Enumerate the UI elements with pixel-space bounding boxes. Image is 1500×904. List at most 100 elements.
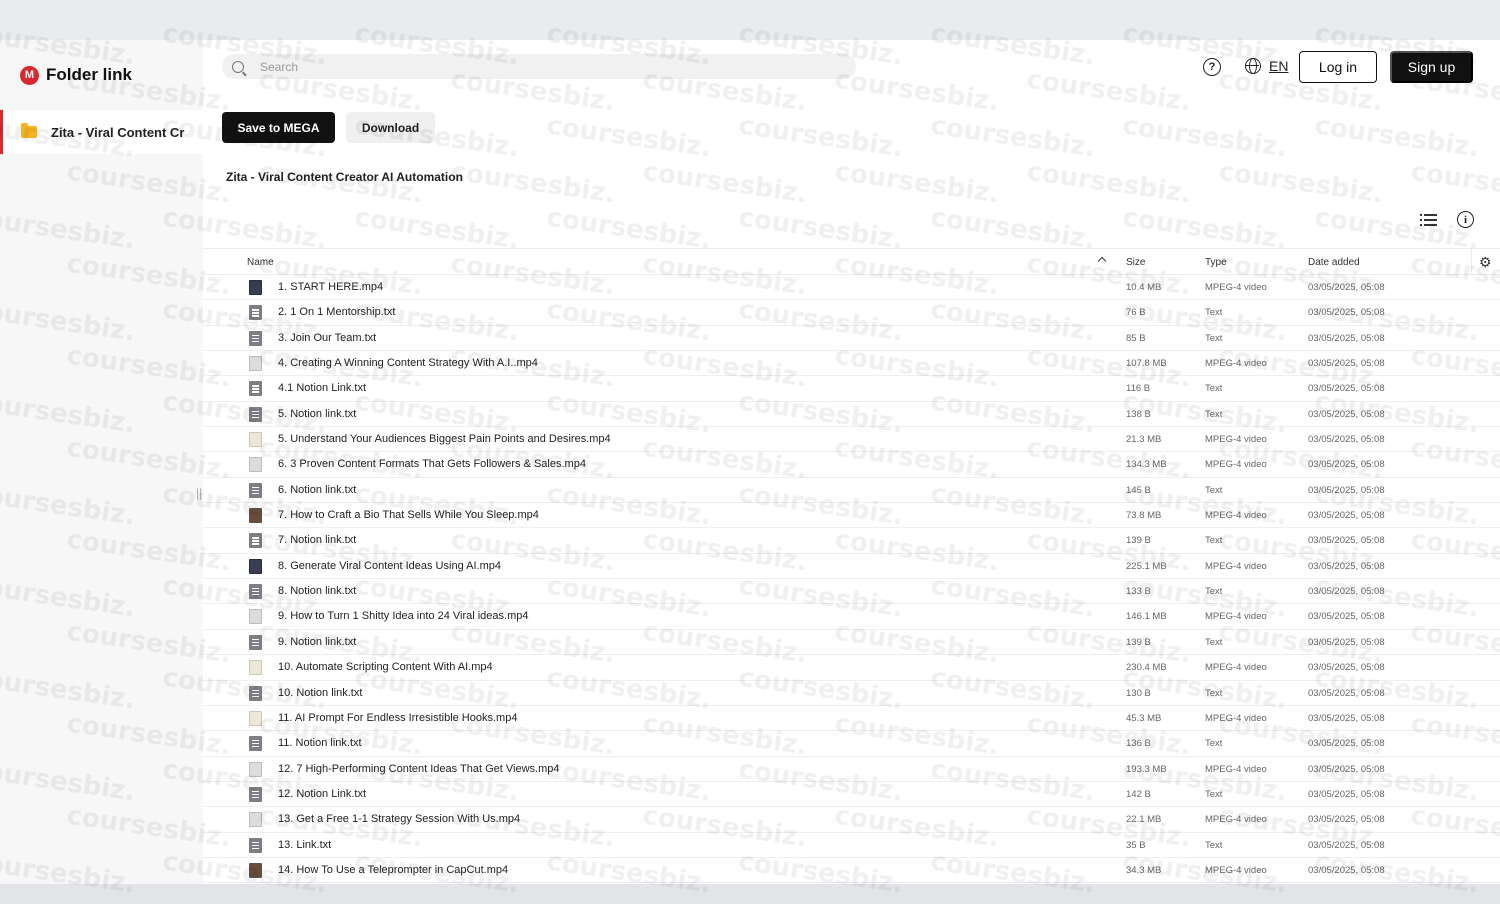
file-name[interactable]: 5. Understand Your Audiences Biggest Pai…	[278, 433, 611, 445]
file-type: MPEG-4 video	[1205, 282, 1267, 293]
table-row[interactable]: 5. Understand Your Audiences Biggest Pai…	[203, 427, 1500, 453]
file-size: 34.3 MB	[1126, 864, 1162, 876]
file-name[interactable]: 7. How to Craft a Bio That Sells While Y…	[278, 509, 539, 521]
file-name[interactable]: 11. AI Prompt For Endless Irresistible H…	[278, 712, 517, 724]
mega-logo-icon: M	[20, 65, 39, 85]
folder-icon	[21, 123, 37, 138]
search-bar[interactable]	[222, 54, 856, 79]
signup-button[interactable]: Sign up	[1390, 51, 1473, 83]
file-name[interactable]: 10. Automate Scripting Content With AI.m…	[278, 661, 493, 673]
table-row[interactable]: 10. Notion link.txt 130 B Text 03/05/2025, …	[203, 681, 1500, 706]
file-table: Name Size Type Date added ⚙ 1. START HER…	[203, 248, 1500, 884]
file-date: 03/05/2025, 05:08	[1308, 510, 1385, 522]
file-date: 03/05/2025, 05:08	[1308, 358, 1385, 370]
download-button[interactable]: Download	[346, 112, 435, 143]
file-type: Text	[1205, 484, 1223, 496]
file-date: 03/05/2025, 05:08	[1308, 788, 1385, 800]
file-size: 85 B	[1126, 332, 1146, 344]
table-row[interactable]: 12. 7 High-Performing Content Ideas That…	[203, 757, 1500, 782]
login-button[interactable]: Log in	[1299, 51, 1377, 83]
table-row[interactable]: 14. How To Use a Teleprompter in CapCut.…	[203, 858, 1500, 884]
file-name[interactable]: 2. 1 On 1 Mentorship.txt	[278, 306, 395, 318]
file-date: 03/05/2025, 05:08	[1308, 687, 1385, 699]
sidebar-folder-item[interactable]: Zita - Viral Content Cr	[0, 110, 203, 154]
file-name[interactable]: 14. How To Use a Teleprompter in CapCut.…	[278, 864, 508, 876]
table-row[interactable]: 5. Notion link.txt 138 B Text 03/05/2025, 0…	[203, 402, 1500, 428]
file-size: 146.1 MB	[1126, 611, 1167, 623]
file-size: 142 B	[1126, 788, 1151, 800]
table-row[interactable]: 4.1 Notion Link.txt 116 B Text 03/05/2025, …	[203, 376, 1500, 402]
file-name[interactable]: 13. Get a Free 1-1 Strategy Session With…	[278, 813, 520, 825]
table-row[interactable]: 7. Notion link.txt 139 B Text 03/05/2025, 0…	[203, 528, 1500, 554]
file-size: 21.3 MB	[1126, 434, 1162, 446]
file-name[interactable]: 4. Creating A Winning Content Strategy W…	[278, 357, 538, 369]
save-to-mega-button[interactable]: Save to MEGA	[222, 112, 335, 143]
help-icon[interactable]: ?	[1203, 58, 1221, 76]
file-name[interactable]: 7. Notion link.txt	[278, 534, 356, 546]
file-size: 73.8 MB	[1126, 510, 1162, 522]
file-size: 22.1 MB	[1126, 814, 1162, 826]
info-icon[interactable]: i	[1457, 211, 1474, 228]
table-row[interactable]: 13. Link.txt 35 B Text 03/05/2025, 05:08	[203, 833, 1500, 858]
file-name[interactable]: 5. Notion link.txt	[278, 408, 356, 420]
table-row[interactable]: 4. Creating A Winning Content Strategy W…	[203, 351, 1500, 377]
table-row[interactable]: 10. Automate Scripting Content With AI.m…	[203, 655, 1500, 681]
file-name[interactable]: 10. Notion link.txt	[278, 687, 362, 699]
table-row[interactable]: 6. Notion link.txt 145 B Text 03/05/2025, 0…	[203, 478, 1500, 504]
column-header-type[interactable]: Type	[1205, 257, 1227, 268]
file-name[interactable]: 13. Link.txt	[278, 839, 331, 851]
file-size: 45.3 MB	[1126, 712, 1162, 724]
table-row[interactable]: 11. Notion link.txt 136 B Text 03/05/2025, …	[203, 731, 1500, 757]
table-row[interactable]: 7. How to Craft a Bio That Sells While Y…	[203, 503, 1500, 529]
file-name[interactable]: 1. START HERE.mp4	[278, 281, 383, 293]
file-size: 10.4 MB	[1126, 282, 1162, 293]
table-row[interactable]: 11. AI Prompt For Endless Irresistible H…	[203, 706, 1500, 732]
file-name[interactable]: 9. Notion link.txt	[278, 636, 356, 648]
text-file-icon	[249, 736, 262, 752]
file-name[interactable]: 9. How to Turn 1 Shitty Idea into 24 Vir…	[278, 610, 529, 622]
sidebar: M Folder link Zita - Viral Content Cr ||	[0, 40, 203, 884]
search-input[interactable]	[260, 59, 820, 74]
table-row[interactable]: 8. Generate Viral Content Ideas Using AI…	[203, 554, 1500, 580]
table-row[interactable]: 2. 1 On 1 Mentorship.txt 76 B Text 03/05/20…	[203, 300, 1500, 326]
text-file-icon	[249, 533, 262, 549]
table-row[interactable]: 8. Notion link.txt 133 B Text 03/05/2025, 0…	[203, 579, 1500, 605]
column-header-date[interactable]: Date added	[1308, 257, 1360, 268]
file-name[interactable]: 8. Generate Viral Content Ideas Using AI…	[278, 560, 501, 572]
file-name[interactable]: 6. 3 Proven Content Formats That Gets Fo…	[278, 458, 586, 470]
table-row[interactable]: 9. Notion link.txt 139 B Text 03/05/2025, 0…	[203, 630, 1500, 656]
gear-icon[interactable]: ⚙	[1479, 255, 1493, 269]
file-type: MPEG-4 video	[1205, 510, 1267, 522]
table-row[interactable]: 1. START HERE.mp4 10.4 MB MPEG-4 video 03/0…	[203, 275, 1500, 301]
file-date: 03/05/2025, 05:08	[1308, 282, 1385, 293]
column-header-name[interactable]: Name	[247, 257, 274, 268]
file-date: 03/05/2025, 05:08	[1308, 307, 1385, 319]
video-thumbnail-icon	[249, 660, 262, 676]
table-row[interactable]: 13. Get a Free 1-1 Strategy Session With…	[203, 807, 1500, 833]
table-row[interactable]: 3. Join Our Team.txt 85 B Text 03/05/2025, …	[203, 326, 1500, 352]
file-type: Text	[1205, 788, 1223, 800]
table-row[interactable]: 9. How to Turn 1 Shitty Idea into 24 Vir…	[203, 604, 1500, 630]
file-type: Text	[1205, 307, 1223, 319]
file-type: MPEG-4 video	[1205, 763, 1267, 775]
table-row[interactable]: 6. 3 Proven Content Formats That Gets Fo…	[203, 452, 1500, 478]
breadcrumb[interactable]: Zita - Viral Content Creator AI Automati…	[226, 170, 463, 184]
list-view-icon[interactable]	[1420, 213, 1437, 226]
file-name[interactable]: 11. Notion link.txt	[278, 737, 362, 749]
sidebar-resize-handle[interactable]: ||	[196, 486, 202, 500]
file-type: MPEG-4 video	[1205, 434, 1267, 446]
file-name[interactable]: 6. Notion link.txt	[278, 484, 356, 496]
file-type: MPEG-4 video	[1205, 712, 1267, 724]
logo[interactable]: M Folder link	[20, 65, 132, 85]
file-name[interactable]: 3. Join Our Team.txt	[278, 332, 376, 344]
text-file-icon	[249, 837, 262, 853]
bottom-scrollbar-strip[interactable]	[0, 884, 1500, 904]
sort-ascending-icon[interactable]	[1097, 256, 1107, 266]
file-name[interactable]: 8. Notion link.txt	[278, 585, 356, 597]
file-name[interactable]: 12. Notion Link.txt	[278, 788, 366, 800]
table-row[interactable]: 12. Notion Link.txt 142 B Text 03/05/2025, …	[203, 782, 1500, 808]
language-selector[interactable]: EN	[1245, 58, 1288, 74]
file-name[interactable]: 4.1 Notion Link.txt	[278, 382, 366, 394]
column-header-size[interactable]: Size	[1126, 257, 1145, 268]
file-name[interactable]: 12. 7 High-Performing Content Ideas That…	[278, 763, 559, 775]
